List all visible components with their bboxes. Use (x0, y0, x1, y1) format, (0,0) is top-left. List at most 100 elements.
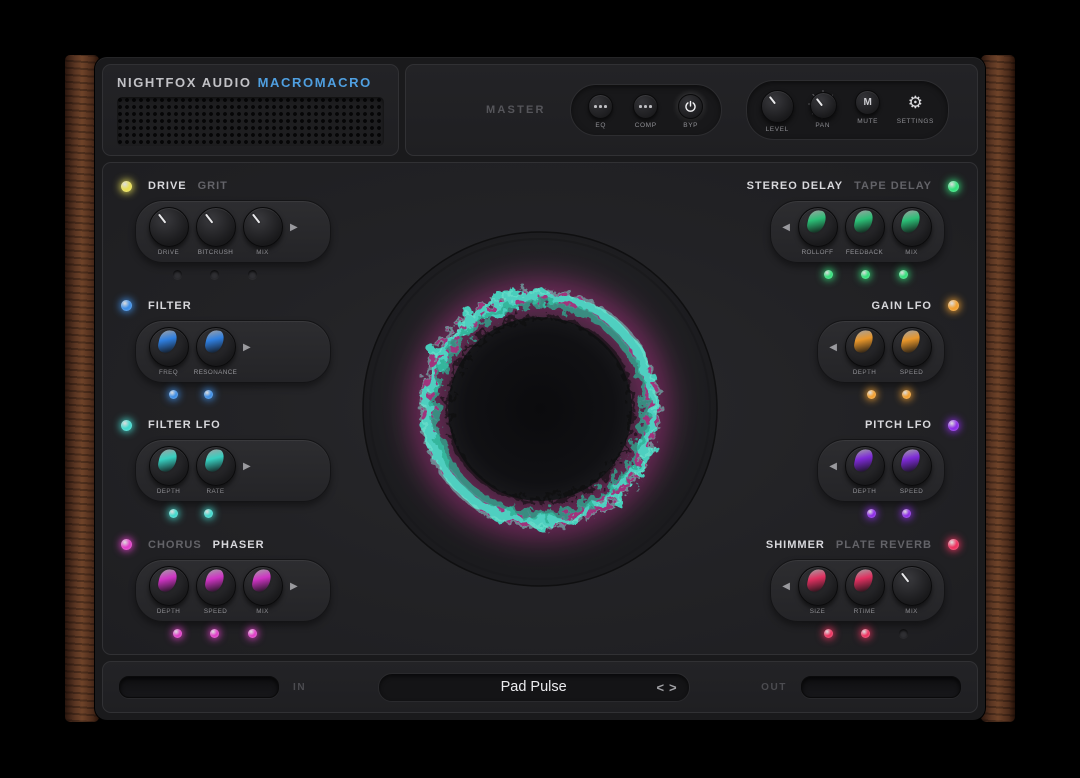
module-next-arrow-icon[interactable]: ▶ (241, 461, 253, 472)
module-led-row (144, 509, 238, 518)
knob-label: SPEED (900, 488, 923, 495)
knob-row: DEPTHSPEEDMIX (145, 566, 286, 615)
settings-button[interactable]: ⚙ (903, 90, 928, 115)
knob-block: DEPTH (841, 446, 888, 495)
knob-row: DEPTHSPEED (841, 327, 935, 376)
gear-icon: ⚙ (908, 94, 923, 111)
tab-plate-reverb[interactable]: PLATE REVERB (836, 539, 932, 551)
tab-drive[interactable]: DRIVE (148, 180, 187, 192)
tab-chorus[interactable]: CHORUS (148, 539, 202, 551)
brand-title: NIGHTFOX AUDIOMACROMACRO (117, 75, 384, 90)
knob-label: SIZE (810, 608, 826, 615)
knob-mix[interactable] (892, 207, 932, 247)
module-led-row (144, 270, 285, 279)
knob-drive[interactable] (149, 207, 189, 247)
knob-rtime[interactable] (845, 566, 885, 606)
module-enable-led[interactable] (948, 181, 959, 192)
knob-size[interactable] (798, 566, 838, 606)
tab-stereo-delay[interactable]: STEREO DELAY (747, 180, 844, 192)
master-label: MASTER (486, 104, 546, 116)
knob-block: DEPTH (145, 566, 192, 615)
comp-button[interactable] (633, 94, 658, 119)
knob-speed[interactable] (892, 446, 932, 486)
module-enable-led[interactable] (948, 539, 959, 550)
bypass-button[interactable] (678, 94, 703, 119)
knob-row: DEPTH SPEED (841, 446, 935, 495)
knob-block: MIX (888, 207, 935, 256)
knob-row: SIZERTIMEMIX (794, 566, 935, 615)
preset-prev-button[interactable]: < (656, 680, 664, 695)
pan-label: PAN (815, 122, 830, 129)
knob-pointer (899, 448, 920, 474)
settings-control: ⚙ SETTINGS (897, 90, 934, 125)
preset-name: Pad Pulse (379, 679, 689, 695)
level-knob[interactable] (761, 90, 794, 123)
knob-feedback[interactable] (845, 207, 885, 247)
knob-rolloff[interactable] (798, 207, 838, 247)
knob-depth[interactable] (149, 446, 189, 486)
knob-depth[interactable] (845, 327, 885, 367)
mute-button[interactable]: M (855, 90, 880, 115)
tab-tape-delay[interactable]: TAPE DELAY (854, 180, 932, 192)
tab-phaser[interactable]: PHASER (213, 539, 265, 551)
module-prev-arrow-icon[interactable]: ◀ (827, 342, 839, 353)
module-enable-led[interactable] (948, 420, 959, 431)
knob-bitcrush[interactable] (196, 207, 236, 247)
module-shimmer: SHIMMER PLATE REVERB ◀SIZERTIMEMIX (764, 538, 961, 638)
module-prev-arrow-icon[interactable]: ◀ (827, 461, 839, 472)
knob-label: ROLLOFF (802, 249, 834, 256)
module-enable-led[interactable] (121, 539, 132, 550)
knob-label: RESONANCE (194, 369, 238, 376)
preset-selector[interactable]: Pad Pulse < > (378, 673, 690, 702)
knob-mix[interactable] (243, 207, 283, 247)
knob-rate[interactable] (196, 446, 236, 486)
knob-panel: ◀DEPTHSPEED (817, 320, 945, 383)
level-control: LEVEL (761, 90, 794, 133)
knob-pointer (901, 572, 909, 582)
module-titles: GAIN LFO (871, 300, 932, 312)
status-led (899, 270, 908, 279)
module-chorus-phaser: CHORUSPHASERDEPTHSPEEDMIX▶ (119, 538, 331, 638)
module-prev-arrow-icon[interactable]: ◀ (780, 581, 792, 592)
knob-depth[interactable] (845, 446, 885, 486)
module-next-arrow-icon[interactable]: ▶ (241, 342, 253, 353)
module-prev-arrow-icon[interactable]: ◀ (780, 222, 792, 233)
module-pitch-lfo: PITCH LFO◀DEPTHSPEED (817, 418, 961, 518)
eq-button[interactable] (588, 94, 613, 119)
brand-product: MACROMACRO (258, 75, 372, 90)
right-module-column: STEREO DELAY TAPE DELAY ◀ ROLLOFF FEEDBACKMI… (749, 175, 961, 642)
tab-grit[interactable]: GRIT (198, 180, 228, 192)
preset-arrows: < > (656, 680, 676, 695)
knob-block: DEPTH (841, 327, 888, 376)
module-enable-led[interactable] (121, 420, 132, 431)
knob-depth[interactable] (149, 566, 189, 606)
knob-resonance[interactable] (196, 327, 236, 367)
module-enable-led[interactable] (121, 181, 132, 192)
preset-next-button[interactable]: > (669, 680, 677, 695)
knob-pointer (899, 208, 920, 234)
module-enable-led[interactable] (121, 300, 132, 311)
device-rack: NIGHTFOX AUDIOMACROMACRO MASTER EQ (65, 55, 1015, 722)
module-next-arrow-icon[interactable]: ▶ (288, 222, 300, 233)
status-led (248, 629, 257, 638)
knob-freq[interactable] (149, 327, 189, 367)
module-next-arrow-icon[interactable]: ▶ (288, 581, 300, 592)
knob-label: SPEED (204, 608, 227, 615)
knob-mix[interactable] (243, 566, 283, 606)
knob-block: SIZE (794, 566, 841, 615)
module-filter-lfo: FILTER LFODEPTHRATE▶ (119, 418, 331, 518)
knob-mix[interactable] (892, 566, 932, 606)
module-led-row (144, 390, 238, 399)
knob-speed[interactable] (196, 566, 236, 606)
knob-block: FEEDBACK (841, 207, 888, 256)
knob-block: BITCRUSH (192, 207, 239, 256)
knob-block: RESONANCE (192, 327, 239, 376)
tab-filter: FILTER (148, 300, 192, 312)
knob-speed[interactable] (892, 327, 932, 367)
tab-shimmer[interactable]: SHIMMER (766, 539, 825, 551)
pan-control: PAN (807, 90, 839, 129)
pan-knob[interactable] (810, 92, 837, 119)
brand-panel: NIGHTFOX AUDIOMACROMACRO (102, 64, 399, 156)
dots-icon (594, 105, 607, 108)
module-enable-led[interactable] (948, 300, 959, 311)
